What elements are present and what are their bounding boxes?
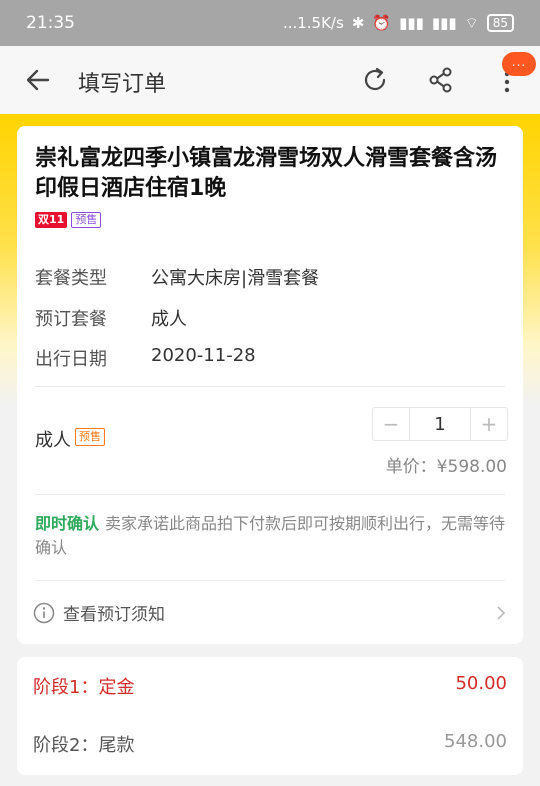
stage-balance-label: 阶段2：尾款: [33, 735, 135, 756]
share-icon[interactable]: [426, 65, 456, 95]
product-tags: 双11 预售: [35, 212, 102, 228]
divider: [35, 580, 505, 581]
stage-balance-amount: 548.00: [444, 731, 507, 752]
booking-package-value: 成人: [151, 309, 187, 330]
decrement-button[interactable]: −: [373, 408, 409, 440]
unit-price: 单价：¥598.00: [385, 457, 507, 477]
alarm-icon: ⏰: [372, 14, 392, 32]
status-time: 21:35: [26, 13, 75, 33]
status-icons: ...1.5K/s ✱ ⏰ ▮▮▮ ▮▮▮ ⌔ 85: [283, 14, 514, 33]
back-arrow-icon[interactable]: [24, 66, 52, 94]
navbar: 填写订单: [0, 46, 540, 114]
instant-confirm-tag: 即时确认: [35, 514, 100, 533]
divider: [35, 494, 505, 495]
presale-badge: 预售: [71, 212, 102, 228]
order-card: 崇礼富龙四季小镇富龙滑雪场双人滑雪套餐含汤印假日酒店住宿1晚 双11 预售 套餐…: [17, 126, 523, 644]
wifi-icon: ⌔: [464, 13, 479, 32]
product-title: 崇礼富龙四季小镇富龙滑雪场双人滑雪套餐含汤印假日酒店住宿1晚: [35, 146, 498, 201]
signal-icon: ▮▮▮: [399, 14, 424, 32]
stage-deposit-label: 阶段1：定金: [33, 677, 135, 698]
status-bar: 21:35 ...1.5K/s ✱ ⏰ ▮▮▮ ▮▮▮ ⌔ 85: [0, 0, 540, 46]
increment-button[interactable]: +: [471, 408, 507, 440]
stage-deposit-amount: 50.00: [455, 673, 507, 694]
bluetooth-icon: ✱: [351, 14, 365, 32]
signal-icon-2: ▮▮▮: [431, 14, 457, 32]
package-type-label: 套餐类型: [35, 268, 107, 289]
network-speed: ...1.5K/s: [282, 14, 344, 32]
travel-date-value: 2020-11-28: [151, 345, 256, 366]
quantity-input[interactable]: 1: [409, 408, 471, 440]
battery-icon: 85: [486, 14, 514, 32]
travel-date-label: 出行日期: [35, 349, 107, 370]
double11-badge: 双11: [35, 212, 68, 228]
quantity-presale-badge: 预售: [75, 428, 105, 446]
quantity-label: 成人: [35, 430, 71, 451]
chevron-right-icon: [497, 606, 506, 620]
package-type-value: 公寓大床房|滑雪套餐: [151, 268, 320, 289]
booking-package-label: 预订套餐: [35, 309, 107, 330]
divider: [35, 386, 505, 387]
booking-notice-label: 查看预订须知: [63, 605, 165, 625]
instant-confirm-notice: 即时确认 卖家承诺此商品拍下付款后即可按期顺利出行，无需等待确认: [35, 512, 509, 560]
notification-badge: ...: [502, 52, 536, 76]
instant-confirm-text: 卖家承诺此商品拍下付款后即可按期顺利出行，无需等待确认: [35, 514, 506, 557]
quantity-stepper: − 1 +: [372, 407, 508, 441]
booking-notice-link[interactable]: 查看预订须知: [33, 598, 507, 628]
payment-stages-card: 阶段1：定金 50.00 阶段2：尾款 548.00: [17, 657, 523, 775]
refresh-icon[interactable]: [360, 65, 390, 95]
page-title: 填写订单: [78, 72, 167, 97]
info-icon: [33, 602, 55, 624]
